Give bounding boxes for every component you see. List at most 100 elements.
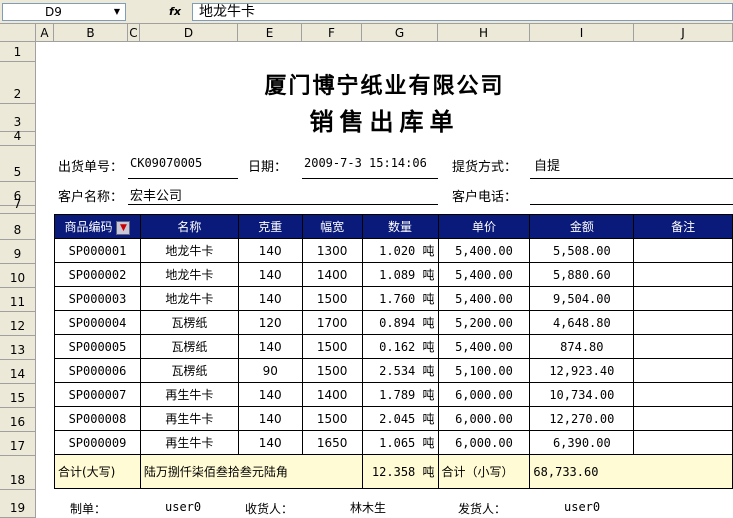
cell-product-code[interactable]: SP000009 — [54, 430, 141, 455]
chevron-down-icon[interactable]: ▼ — [109, 4, 125, 20]
cell-name[interactable]: 再生牛卡 — [139, 382, 239, 407]
col-header-i[interactable]: I — [530, 24, 634, 42]
order-no-value[interactable]: CK09070005 — [130, 156, 202, 170]
cell-product-code[interactable]: SP000002 — [54, 262, 141, 287]
cell-name[interactable]: 地龙牛卡 — [139, 262, 239, 287]
cell-qty[interactable]: 1.065 吨 — [361, 430, 439, 455]
cell-remark[interactable] — [633, 382, 733, 407]
row-header[interactable]: 14 — [0, 360, 36, 384]
row-header[interactable]: 4 — [0, 129, 36, 146]
cell-weight[interactable]: 140 — [237, 430, 303, 455]
cell-remark[interactable] — [633, 430, 733, 455]
cell-amount[interactable]: 4,648.80 — [529, 310, 635, 335]
col-header-f[interactable]: F — [302, 24, 362, 42]
row-header[interactable]: 7 — [0, 197, 36, 214]
col-amount[interactable]: 金额 — [529, 214, 635, 239]
cell-name[interactable]: 再生牛卡 — [139, 406, 239, 431]
cell-remark[interactable] — [633, 286, 733, 311]
col-product-code[interactable]: 商品编码 ▼ — [54, 214, 141, 239]
col-price[interactable]: 单价 — [437, 214, 531, 239]
col-name[interactable]: 名称 — [139, 214, 239, 239]
filter-dropdown-icon[interactable]: ▼ — [116, 220, 131, 235]
cell-remark[interactable] — [633, 358, 733, 383]
cell-price[interactable]: 5,100.00 — [437, 358, 531, 383]
total-lower-value[interactable]: 68,733.60 — [529, 454, 733, 489]
cell-weight[interactable]: 140 — [237, 406, 303, 431]
sender-value[interactable]: user0 — [564, 500, 600, 514]
row-header[interactable]: 16 — [0, 408, 36, 432]
cell-amount[interactable]: 9,504.00 — [529, 286, 635, 311]
cell-width[interactable]: 1700 — [301, 310, 363, 335]
cell-amount[interactable]: 6,390.00 — [529, 430, 635, 455]
total-upper-label[interactable]: 合计(大写) — [54, 454, 141, 489]
cell-amount[interactable]: 12,270.00 — [529, 406, 635, 431]
cell-product-code[interactable]: SP000008 — [54, 406, 141, 431]
cell-remark[interactable] — [633, 406, 733, 431]
cell-width[interactable]: 1650 — [301, 430, 363, 455]
cell-remark[interactable] — [633, 334, 733, 359]
cell-price[interactable]: 6,000.00 — [437, 382, 531, 407]
maker-value[interactable]: user0 — [165, 500, 201, 514]
cell-width[interactable]: 1500 — [301, 286, 363, 311]
col-header-c[interactable]: C — [128, 24, 140, 42]
insert-function-button[interactable]: fx — [160, 3, 190, 21]
row-header[interactable]: 19 — [0, 490, 36, 518]
cell-amount[interactable]: 10,734.00 — [529, 382, 635, 407]
col-header-j[interactable]: J — [634, 24, 733, 42]
formula-input[interactable]: 地龙牛卡 — [192, 3, 733, 21]
cell-weight[interactable]: 140 — [237, 382, 303, 407]
cell-qty[interactable]: 1.760 吨 — [361, 286, 439, 311]
cell-remark[interactable] — [633, 310, 733, 335]
cell-qty[interactable]: 1.020 吨 — [361, 238, 439, 263]
cell-width[interactable]: 1400 — [301, 382, 363, 407]
cell-product-code[interactable]: SP000007 — [54, 382, 141, 407]
row-header[interactable]: 18 — [0, 456, 36, 490]
cell-price[interactable]: 5,400.00 — [437, 286, 531, 311]
row-header[interactable]: 2 — [0, 62, 36, 104]
cell-qty[interactable]: 2.534 吨 — [361, 358, 439, 383]
cell-price[interactable]: 5,200.00 — [437, 310, 531, 335]
cell-weight[interactable]: 140 — [237, 334, 303, 359]
date-value[interactable]: 2009-7-3 15:14:06 — [304, 156, 427, 170]
cell-width[interactable]: 1500 — [301, 358, 363, 383]
cell-name[interactable]: 再生牛卡 — [139, 430, 239, 455]
row-header[interactable]: 9 — [0, 240, 36, 264]
select-all-corner[interactable] — [0, 24, 36, 42]
name-box[interactable]: D9 ▼ — [2, 3, 126, 21]
cell-width[interactable]: 1300 — [301, 238, 363, 263]
row-header[interactable]: 12 — [0, 312, 36, 336]
cell-amount[interactable]: 5,880.60 — [529, 262, 635, 287]
row-header[interactable]: 1 — [0, 42, 36, 62]
cell-name[interactable]: 地龙牛卡 — [139, 286, 239, 311]
cell-name[interactable]: 瓦楞纸 — [139, 358, 239, 383]
cell-name[interactable]: 瓦楞纸 — [139, 334, 239, 359]
col-header-a[interactable]: A — [36, 24, 54, 42]
col-width[interactable]: 幅宽 — [301, 214, 363, 239]
cell-price[interactable]: 5,400.00 — [437, 334, 531, 359]
col-header-g[interactable]: G — [362, 24, 438, 42]
cell-product-code[interactable]: SP000006 — [54, 358, 141, 383]
cell-width[interactable]: 1500 — [301, 406, 363, 431]
cell-product-code[interactable]: SP000003 — [54, 286, 141, 311]
col-weight[interactable]: 克重 — [237, 214, 303, 239]
cell-name[interactable]: 瓦楞纸 — [139, 310, 239, 335]
cell-weight[interactable]: 140 — [237, 238, 303, 263]
cell-qty[interactable]: 0.162 吨 — [361, 334, 439, 359]
col-qty[interactable]: 数量 — [361, 214, 439, 239]
cell-amount[interactable]: 874.80 — [529, 334, 635, 359]
row-header[interactable]: 17 — [0, 432, 36, 456]
cell-width[interactable]: 1500 — [301, 334, 363, 359]
cell-price[interactable]: 6,000.00 — [437, 430, 531, 455]
cell-amount[interactable]: 12,923.40 — [529, 358, 635, 383]
row-header[interactable]: 15 — [0, 384, 36, 408]
total-upper-value[interactable]: 陆万捌仟柒佰叁拾叁元陆角 — [139, 454, 363, 489]
cell-weight[interactable]: 140 — [237, 286, 303, 311]
row-header[interactable]: 3 — [0, 104, 36, 132]
cell-price[interactable]: 6,000.00 — [437, 406, 531, 431]
cell-weight[interactable]: 120 — [237, 310, 303, 335]
col-remark[interactable]: 备注 — [633, 214, 733, 239]
row-header[interactable]: 8 — [0, 214, 36, 240]
cell-width[interactable]: 1400 — [301, 262, 363, 287]
col-header-b[interactable]: B — [54, 24, 128, 42]
cell-qty[interactable]: 0.894 吨 — [361, 310, 439, 335]
